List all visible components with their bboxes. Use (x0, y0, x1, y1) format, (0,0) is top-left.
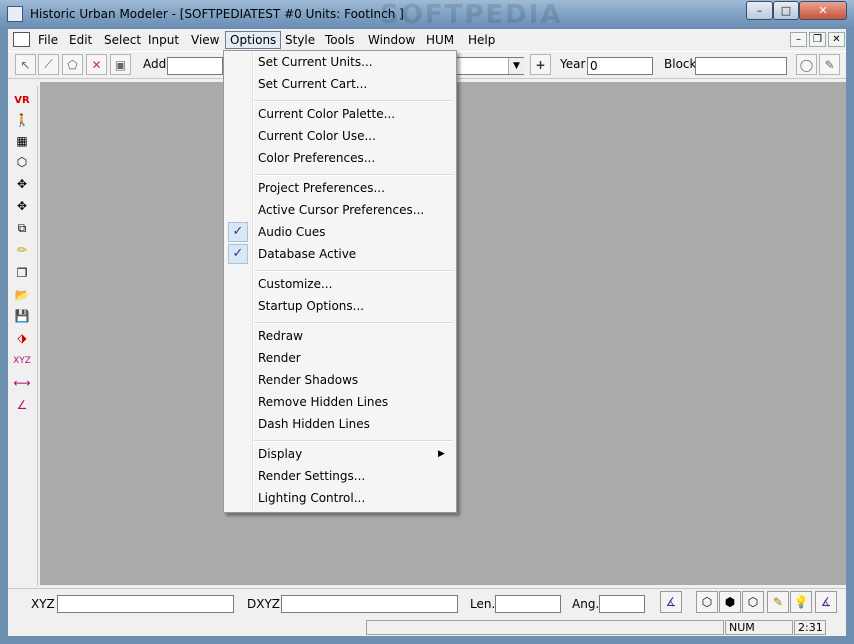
mdi-minimize-button[interactable]: – (790, 32, 807, 47)
close-button[interactable]: ✕ (799, 1, 847, 20)
xyz-label: XYZ (31, 597, 55, 611)
num-lock-indicator: NUM (725, 620, 793, 635)
xyz-input[interactable] (57, 595, 234, 613)
vr-button[interactable]: VR (11, 90, 33, 110)
menu-hum[interactable]: HUM (422, 31, 458, 49)
menu-item-render-shadows[interactable]: Render Shadows (258, 371, 358, 389)
clock: 2:31 (794, 620, 826, 635)
mdi-close-button[interactable]: ✕ (828, 32, 845, 47)
window-title: Historic Urban Modeler - [SOFTPEDIATEST … (30, 7, 404, 21)
menu-options[interactable]: Options (225, 31, 282, 49)
menu-view[interactable]: View (187, 31, 223, 49)
polyline-icon[interactable]: ⟋ (38, 54, 59, 75)
xyz-query-button[interactable]: XYZ (11, 351, 33, 371)
menu-separator (254, 174, 454, 176)
menu-item-set-current-units[interactable]: Set Current Units... (258, 53, 373, 71)
line-tool-icon[interactable]: ✕ (86, 54, 107, 75)
document-icon[interactable] (13, 32, 30, 47)
chevron-down-icon[interactable]: ▼ (508, 58, 524, 74)
check-icon: ✓ (228, 244, 248, 264)
save-icon[interactable]: 💾 (11, 306, 33, 326)
building-icon[interactable]: ▦ (11, 131, 33, 151)
view-shaded-icon[interactable]: ⬢ (719, 591, 741, 613)
menu-help[interactable]: Help (464, 31, 499, 49)
menu-item-current-color-palette[interactable]: Current Color Palette... (258, 105, 395, 123)
window-tool-icon[interactable]: ⧉ (11, 218, 33, 238)
watermark: SOFTPEDIA (380, 0, 563, 30)
menu-item-project-preferences[interactable]: Project Preferences... (258, 179, 385, 197)
menu-item-lighting-control[interactable]: Lighting Control... (258, 489, 365, 507)
menu-item-startup-options[interactable]: Startup Options... (258, 297, 364, 315)
menu-separator (254, 270, 454, 272)
add-input[interactable] (167, 57, 223, 75)
plus-icon[interactable]: + (530, 54, 551, 75)
pencil-icon[interactable]: ✏ (11, 240, 33, 260)
mdi-restore-button[interactable]: ❐ (809, 32, 826, 47)
menu-input[interactable]: Input (144, 31, 183, 49)
menu-tools[interactable]: Tools (321, 31, 359, 49)
menu-style[interactable]: Style (281, 31, 319, 49)
menu-window[interactable]: Window (364, 31, 419, 49)
menu-item-current-color-use[interactable]: Current Color Use... (258, 127, 376, 145)
block-input[interactable] (695, 57, 787, 75)
minimize-button[interactable]: – (746, 1, 773, 20)
menu-edit[interactable]: Edit (65, 31, 96, 49)
walk-icon[interactable]: 🚶 (11, 110, 33, 130)
zoom-icon[interactable]: ◯ (796, 54, 817, 75)
light-bulb-icon[interactable]: 💡 (790, 591, 812, 613)
submenu-arrow-icon: ▶ (438, 449, 445, 459)
check-icon: ✓ (228, 222, 248, 242)
menu-separator (254, 322, 454, 324)
block-label: Block (664, 57, 697, 71)
ang-label: Ang. (572, 597, 600, 611)
menu-item-render[interactable]: Render (258, 349, 301, 367)
menu-item-render-settings[interactable]: Render Settings... (258, 467, 365, 485)
menu-item-redraw[interactable]: Redraw (258, 327, 303, 345)
view-wire-icon[interactable]: ⬡ (742, 591, 764, 613)
menu-separator (254, 440, 454, 442)
angle-lock-icon[interactable]: ∡ (660, 591, 682, 613)
menu-item-dash-hidden-lines[interactable]: Dash Hidden Lines (258, 415, 370, 433)
move-icon[interactable]: ✥ (11, 174, 33, 194)
ang-input[interactable] (599, 595, 645, 613)
maximize-button[interactable]: □ (773, 1, 799, 20)
light-pen-icon[interactable]: ✎ (767, 591, 789, 613)
menu-select[interactable]: Select (100, 31, 145, 49)
add-label: Add (143, 57, 167, 71)
dxyz-label: DXYZ (247, 597, 281, 611)
menu-item-database-active[interactable]: Database Active (258, 245, 356, 263)
status-message (366, 620, 724, 635)
menu-item-customize[interactable]: Customize... (258, 275, 332, 293)
menu-item-active-cursor-preferences[interactable]: Active Cursor Preferences... (258, 201, 424, 219)
move-all-icon[interactable]: ✥ (11, 196, 33, 216)
dxyz-input[interactable] (281, 595, 458, 613)
len-input[interactable] (495, 595, 561, 613)
polygon-icon[interactable]: ⬠ (62, 54, 83, 75)
year-input[interactable]: 0 (587, 57, 653, 75)
menu-item-remove-hidden-lines[interactable]: Remove Hidden Lines (258, 393, 388, 411)
year-label: Year (560, 57, 586, 71)
render-settings-icon[interactable]: ∡ (815, 591, 837, 613)
menu-item-display[interactable]: Display (258, 445, 302, 463)
view-iso-icon[interactable]: ⬡ (696, 591, 718, 613)
copy-icon[interactable]: ❐ (11, 263, 33, 283)
menu-item-audio-cues[interactable]: Audio Cues (258, 223, 326, 241)
measure-icon[interactable]: ⟷ (11, 373, 33, 393)
add-object-icon[interactable]: ▣ (110, 54, 131, 75)
erase-icon[interactable]: ⬗ (11, 328, 33, 348)
menu-item-color-preferences[interactable]: Color Preferences... (258, 149, 375, 167)
menu-item-set-current-cart[interactable]: Set Current Cart... (258, 75, 367, 93)
open-folder-icon[interactable]: 📂 (11, 285, 33, 305)
menu-separator (254, 100, 454, 102)
menu-gutter (252, 51, 254, 512)
angle-icon[interactable]: ∠ (11, 395, 33, 415)
select-arrow-icon[interactable]: ↖ (15, 54, 36, 75)
cube-icon[interactable]: ⬡ (11, 152, 33, 172)
menu-file[interactable]: File (34, 31, 62, 49)
len-label: Len. (470, 597, 496, 611)
edit-icon[interactable]: ✎ (819, 54, 840, 75)
app-icon[interactable] (7, 6, 23, 22)
